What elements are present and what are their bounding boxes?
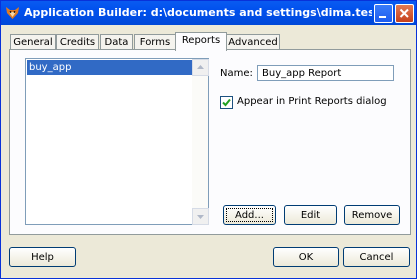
fox-app-icon xyxy=(6,7,19,19)
help-button[interactable]: Help xyxy=(9,247,76,267)
title-bar[interactable]: Application Builder: d:\documents and se… xyxy=(1,1,416,25)
minimize-icon xyxy=(379,16,386,18)
chevron-up-icon xyxy=(197,65,204,69)
tab-label: Credits xyxy=(59,37,96,48)
tab-data[interactable]: Data xyxy=(100,34,133,50)
tab-advanced[interactable]: Advanced xyxy=(226,34,280,50)
list-item[interactable]: buy_app xyxy=(27,60,195,75)
reports-list[interactable]: buy_app xyxy=(25,58,209,225)
add-report-button[interactable]: Add... xyxy=(223,205,276,225)
tab-label: Forms xyxy=(139,37,171,48)
tab-label: General xyxy=(13,37,53,48)
name-field[interactable]: Buy_app Report xyxy=(257,65,394,81)
appear-in-print-label[interactable]: Appear in Print Reports dialog xyxy=(237,96,387,107)
scroll-down-button[interactable] xyxy=(192,208,209,225)
remove-report-button[interactable]: Remove xyxy=(344,205,400,225)
cancel-button[interactable]: Cancel xyxy=(343,247,410,267)
scroll-up-button[interactable] xyxy=(192,59,209,76)
name-label: Name: xyxy=(220,68,253,79)
appear-in-print-checkbox[interactable] xyxy=(220,96,233,109)
tab-credits[interactable]: Credits xyxy=(56,34,99,50)
tab-label: Reports xyxy=(181,35,221,46)
app-builder-window: Application Builder: d:\documents and se… xyxy=(0,0,417,279)
chevron-down-icon xyxy=(197,215,204,219)
close-icon xyxy=(399,8,409,18)
tab-label: Advanced xyxy=(228,37,278,48)
tab-forms[interactable]: Forms xyxy=(134,34,176,50)
close-button[interactable] xyxy=(395,4,414,23)
tab-reports[interactable]: Reports xyxy=(175,32,227,51)
minimize-button[interactable] xyxy=(374,4,393,23)
list-scrollbar[interactable] xyxy=(192,59,209,225)
edit-report-button[interactable]: Edit xyxy=(284,205,337,225)
tab-general[interactable]: General xyxy=(10,34,56,50)
tab-label: Data xyxy=(104,37,129,48)
window-title: Application Builder: d:\documents and se… xyxy=(24,6,372,19)
ok-button[interactable]: OK xyxy=(273,247,339,267)
checkmark-icon xyxy=(222,98,231,107)
